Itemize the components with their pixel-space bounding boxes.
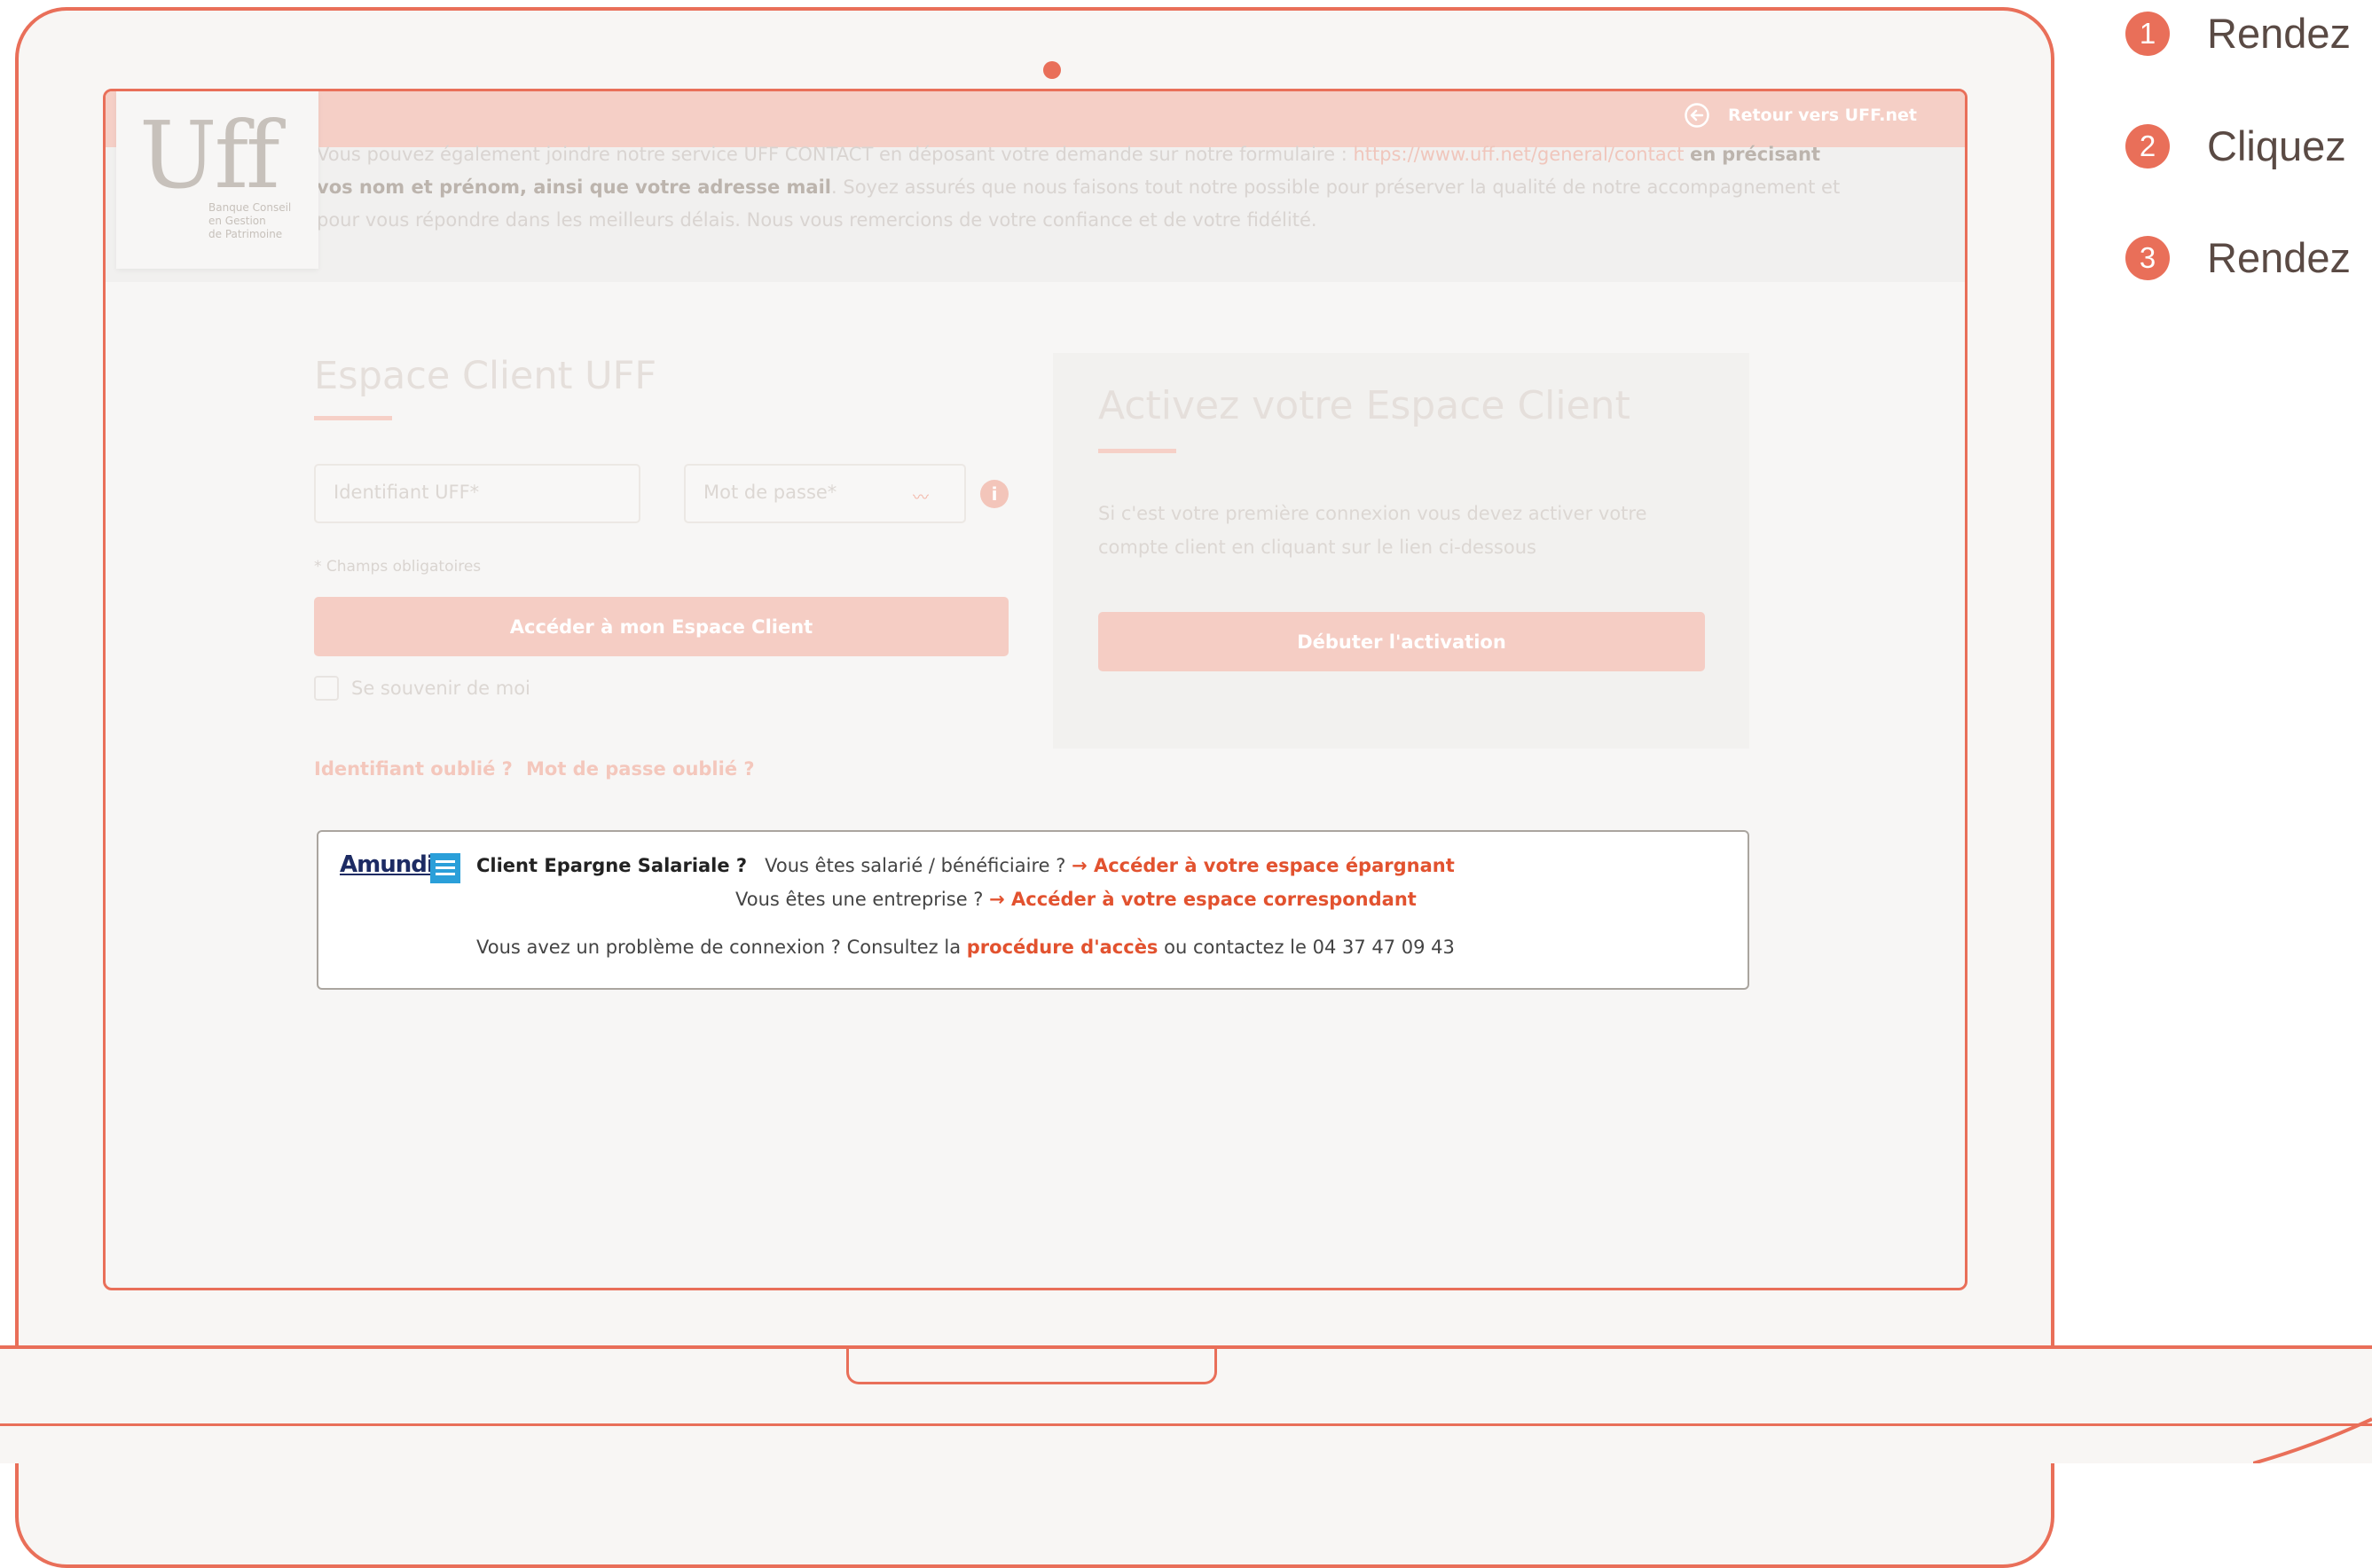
logo-word: Uff: [139, 101, 280, 209]
amundi-row-entreprise: Vous êtes une entreprise ? → Accéder à v…: [735, 889, 1417, 910]
activation-title: Activez votre Espace Client: [1098, 383, 1630, 428]
password-input[interactable]: Mot de passe* 〰: [684, 464, 966, 523]
amundi-row-problem: Vous avez un problème de connexion ? Con…: [476, 937, 1455, 958]
amundi-panel: Amundi Client Epargne Salariale ? Vous ê…: [317, 830, 1749, 990]
remember-checkbox[interactable]: [314, 676, 339, 701]
contact-text: ou contactez le 04 37 47 09 43: [1164, 937, 1455, 958]
password-placeholder: Mot de passe*: [703, 482, 837, 503]
camera-dot: [1043, 61, 1061, 79]
back-arrow-icon: [1685, 103, 1709, 128]
step-1-text: Rendez: [2207, 10, 2351, 57]
notice-bold-prefix: en: [1690, 144, 1716, 165]
login-title-underline: [314, 416, 392, 420]
amundi-logo: Amundi: [340, 851, 435, 878]
salarie-question: Vous êtes salarié / bénéficiaire ?: [765, 855, 1066, 876]
espace-correspondant-link[interactable]: → Accéder à votre espace correspondant: [989, 889, 1417, 910]
laptop-notch: [846, 1349, 1217, 1384]
hidden-eye-icon[interactable]: 〰: [913, 485, 929, 508]
forgot-id-link[interactable]: Identifiant oublié ?: [314, 758, 513, 780]
step-2-number: 2: [2125, 123, 2170, 169]
activation-panel: Activez votre Espace Client Si c'est vot…: [1053, 353, 1749, 749]
identifiant-placeholder: Identifiant UFF*: [334, 482, 480, 503]
logo-tagline: Banque Conseil en Gestion de Patrimoine: [208, 201, 291, 241]
notice-band: Vous pouvez également joindre notre serv…: [106, 144, 1965, 282]
step-3: 3 Rendez: [2125, 233, 2351, 282]
remember-label: Se souvenir de moi: [351, 678, 530, 699]
required-note: * Champs obligatoires: [314, 558, 482, 576]
amundi-badge-icon: [430, 853, 460, 883]
step-2-text: Cliquez: [2207, 122, 2346, 169]
notice-contact-link[interactable]: https://www.uff.net/general/contact: [1353, 144, 1684, 165]
problem-text: Vous avez un problème de connexion ? Con…: [476, 937, 962, 958]
activation-text: Si c'est votre première connexion vous d…: [1098, 503, 1647, 558]
retour-link[interactable]: Retour vers UFF.net: [1684, 102, 1917, 129]
start-activation-button[interactable]: Débuter l'activation: [1098, 612, 1705, 671]
info-icon[interactable]: i: [980, 480, 1009, 508]
step-3-text: Rendez: [2207, 234, 2351, 281]
laptop-corner-curve: [2253, 1417, 2372, 1463]
login-title: Espace Client UFF: [314, 354, 657, 398]
login-submit-button[interactable]: Accéder à mon Espace Client: [314, 597, 1009, 656]
step-2: 2 Cliquez: [2125, 122, 2346, 170]
uff-logo[interactable]: Uff Banque Conseil en Gestion de Patrimo…: [116, 91, 318, 269]
forgot-password-link[interactable]: Mot de passe oublié ?: [526, 758, 755, 780]
activation-title-underline: [1098, 449, 1176, 453]
epargne-label: Client Epargne Salariale ?: [476, 855, 748, 876]
identifiant-input[interactable]: Identifiant UFF*: [314, 464, 640, 523]
amundi-row-salarie: Client Epargne Salariale ? Vous êtes sal…: [476, 855, 1455, 876]
step-1: 1 Rendez: [2125, 9, 2351, 58]
step-1-number: 1: [2125, 11, 2170, 56]
logo-tagline-1: Banque Conseil: [208, 201, 292, 214]
espace-epargnant-link[interactable]: → Accéder à votre espace épargnant: [1072, 855, 1455, 876]
laptop-screen: Retour vers UFF.net Vous pouvez égalemen…: [103, 89, 1968, 1290]
procedure-link[interactable]: procédure d'accès: [967, 937, 1159, 958]
logo-tagline-2: en Gestion: [208, 215, 266, 227]
logo-tagline-3: de Patrimoine: [208, 228, 283, 240]
notice-line1: Vous pouvez également joindre notre serv…: [317, 144, 1354, 165]
remember-me[interactable]: Se souvenir de moi: [314, 676, 530, 701]
step-3-number: 3: [2125, 235, 2170, 280]
notice-text: Vous pouvez également joindre notre serv…: [317, 138, 1851, 237]
entreprise-question: Vous êtes une entreprise ?: [735, 889, 984, 910]
retour-label: Retour vers UFF.net: [1727, 106, 1917, 125]
laptop-base-line: [0, 1423, 2372, 1426]
